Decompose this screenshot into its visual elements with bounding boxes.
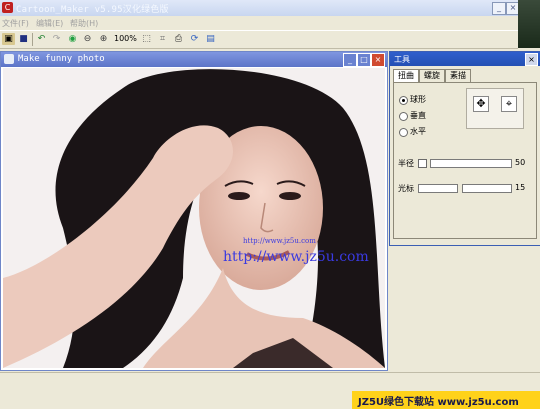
app-title: Cartoon_Maker v5.95汉化绿色版	[16, 5, 169, 15]
shrink-icon[interactable]: ⌖	[501, 96, 517, 112]
effect-preview: ✥ ⌖	[466, 88, 524, 129]
rotate-icon[interactable]: ⟳	[188, 33, 201, 45]
radio-vertical-label: 垂直	[410, 111, 426, 120]
portrait-illustration	[3, 68, 385, 368]
app-title-bar: C Cartoon_Maker v5.95汉化绿色版 _ ×	[0, 0, 540, 17]
distort-panel: 球形 垂直 水平 ✥ ⌖ 半径 50 光标 15	[393, 82, 537, 239]
radio-sphere-label: 球形	[410, 95, 426, 104]
image-window-icon	[4, 54, 14, 64]
crop-icon[interactable]: ⌗	[156, 33, 169, 45]
radio-vertical[interactable]	[399, 112, 408, 121]
fit-icon[interactable]: ⬚	[140, 33, 153, 45]
minimize-button[interactable]: _	[492, 2, 506, 15]
tab-sketch[interactable]: 素描	[445, 69, 471, 82]
undo-icon[interactable]: ↶	[35, 33, 48, 45]
image-minimize-button[interactable]: _	[343, 53, 357, 67]
tool-window: 工具 × 扭曲 螺旋 素描 球形 垂直 水平 ✥ ⌖ 半径 50 光标 15	[389, 51, 540, 246]
menu-help[interactable]: 帮助(H)	[70, 18, 98, 29]
cursor-slider-left[interactable]	[418, 184, 458, 193]
menu-edit[interactable]: 编辑(E)	[36, 18, 63, 29]
redo-icon[interactable]: ↷	[50, 33, 63, 45]
save-icon[interactable]: ■	[17, 33, 30, 45]
print-icon[interactable]: ⎙	[172, 33, 185, 45]
tool-close-button[interactable]: ×	[525, 53, 538, 66]
globe-icon[interactable]: ◉	[66, 33, 79, 45]
image-window-title: Make funny photo	[18, 54, 105, 64]
open-icon[interactable]: ▣	[2, 33, 15, 45]
menu-file[interactable]: 文件(F)	[2, 18, 29, 29]
watermark-small-text: http://www.jz5u.com	[243, 237, 316, 245]
cursor-label: 光标	[398, 184, 414, 193]
site-banner: JZ5U绿色下载站 www.jz5u.com	[352, 391, 540, 409]
radius-slider[interactable]	[430, 159, 512, 168]
radio-sphere[interactable]	[399, 96, 408, 105]
zoom-level: 100%	[114, 34, 137, 43]
image-maximize-button[interactable]: □	[357, 53, 371, 67]
expand-icon[interactable]: ✥	[473, 96, 489, 112]
image-close-button[interactable]: ×	[371, 53, 385, 67]
radius-value: 50	[515, 158, 526, 167]
cursor-value: 15	[515, 183, 526, 192]
toolbar-separator	[32, 33, 33, 46]
tab-distort[interactable]: 扭曲	[393, 69, 419, 83]
radio-horizontal[interactable]	[399, 128, 408, 137]
status-bar	[0, 372, 540, 391]
portrait-photo[interactable]: http://www.jz5u.com http://www.jz5u.com	[3, 68, 385, 368]
image-window-title-bar[interactable]: Make funny photo _ □ ×	[1, 52, 387, 67]
tool-window-title-bar[interactable]: 工具 ×	[390, 52, 540, 66]
radius-label: 半径	[398, 159, 414, 168]
watermark-text: http://www.jz5u.com	[223, 249, 369, 265]
radius-checkbox[interactable]	[418, 159, 427, 168]
site-banner-text: JZ5U绿色下载站 www.jz5u.com	[358, 397, 519, 408]
image-window: Make funny photo _ □ × http://www.jz5u.c…	[0, 51, 388, 371]
background-photo-corner	[518, 0, 540, 48]
app-icon: C	[2, 2, 13, 13]
radio-horizontal-label: 水平	[410, 127, 426, 136]
tool-window-title: 工具	[394, 55, 410, 64]
zoom-out-icon[interactable]: ⊖	[81, 33, 94, 45]
menu-bar: 文件(F) 编辑(E) 帮助(H)	[0, 16, 518, 30]
zoom-in-icon[interactable]: ⊕	[97, 33, 110, 45]
toolbar: ▣ ■ ↶ ↷ ◉ ⊖ ⊕ 100% ⬚ ⌗ ⎙ ⟳ ▤	[0, 30, 518, 49]
cursor-slider-right[interactable]	[462, 184, 512, 193]
export-icon[interactable]: ▤	[204, 33, 217, 45]
tab-spiral[interactable]: 螺旋	[419, 69, 445, 82]
